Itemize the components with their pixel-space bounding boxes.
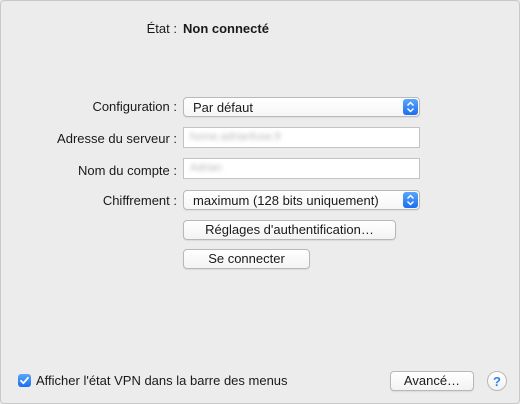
configuration-value: Par défaut bbox=[193, 100, 253, 115]
configuration-label: Configuration : bbox=[92, 99, 177, 114]
encryption-label: Chiffrement : bbox=[102, 193, 177, 208]
help-button[interactable]: ? bbox=[487, 371, 507, 391]
authentication-settings-button[interactable]: Réglages d'authentification… bbox=[183, 220, 396, 240]
server-address-field[interactable]: home.adrianfuse.fr bbox=[183, 127, 420, 148]
server-address-value: home.adrianfuse.fr bbox=[190, 131, 282, 143]
vpn-settings-panel: État : Non connecté Configuration : Par … bbox=[0, 0, 520, 404]
show-vpn-status-checkbox[interactable] bbox=[18, 374, 31, 387]
configuration-popup[interactable]: Par défaut bbox=[183, 97, 420, 117]
show-vpn-status-label[interactable]: Afficher l'état VPN dans la barre des me… bbox=[36, 373, 288, 388]
account-name-label: Nom du compte : bbox=[78, 163, 177, 178]
encryption-value: maximum (128 bits uniquement) bbox=[193, 193, 379, 208]
encryption-popup[interactable]: maximum (128 bits uniquement) bbox=[183, 190, 420, 210]
status-value: Non connecté bbox=[183, 21, 269, 36]
chevron-up-down-icon bbox=[403, 192, 418, 208]
checkmark-icon bbox=[20, 376, 29, 385]
advanced-button[interactable]: Avancé… bbox=[390, 371, 474, 391]
server-address-label: Adresse du serveur : bbox=[57, 131, 177, 146]
account-name-value: Adrian bbox=[190, 162, 222, 174]
account-name-field[interactable]: Adrian bbox=[183, 158, 420, 179]
chevron-up-down-icon bbox=[403, 99, 418, 115]
status-label: État : bbox=[146, 21, 177, 36]
connect-button[interactable]: Se connecter bbox=[183, 249, 310, 269]
question-mark-icon: ? bbox=[493, 374, 501, 389]
